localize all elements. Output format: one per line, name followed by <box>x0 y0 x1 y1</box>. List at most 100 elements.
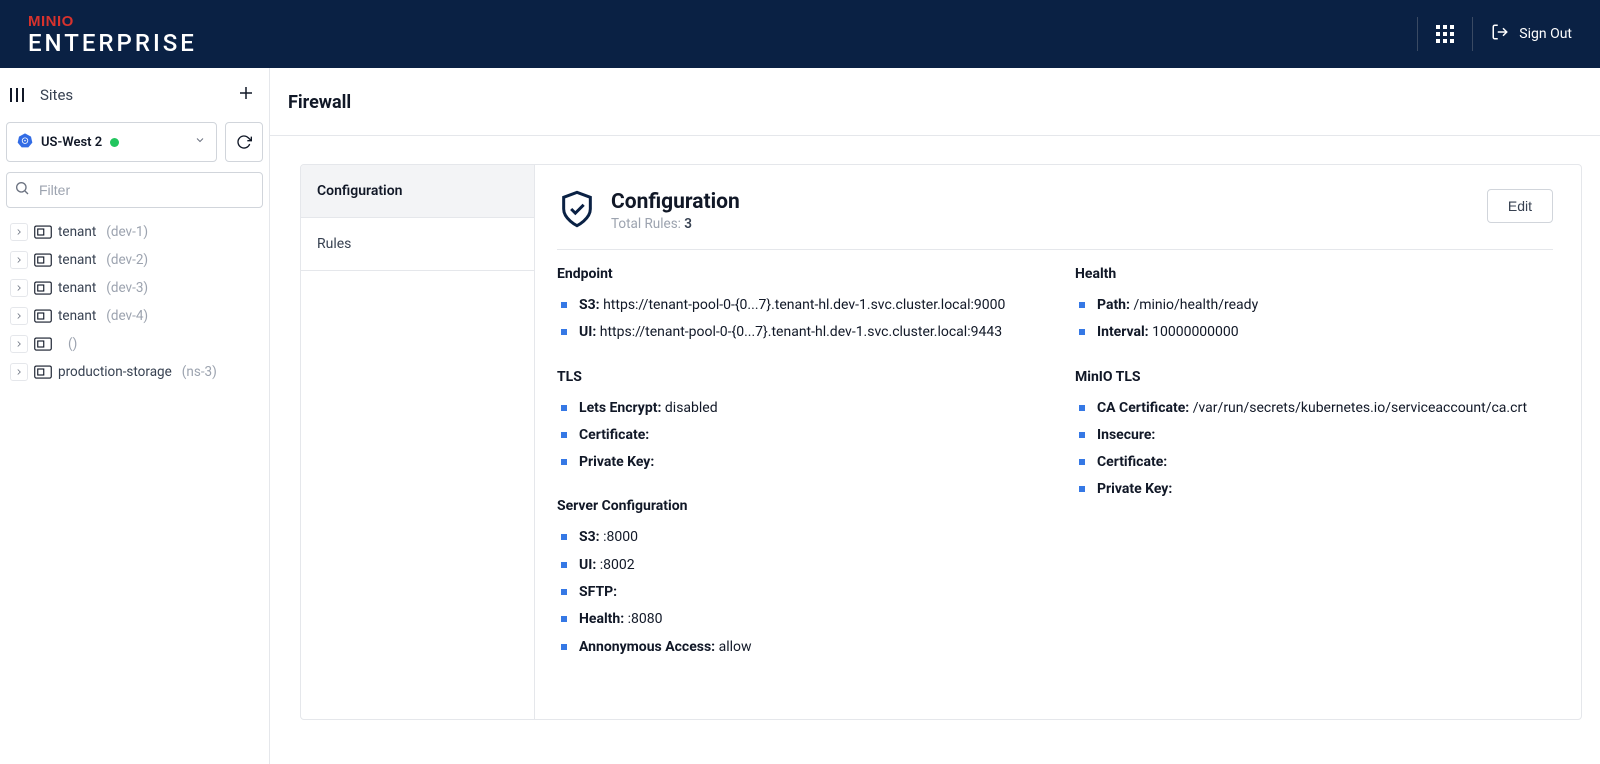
tenant-icon <box>34 279 52 297</box>
list-item: UI: https://tenant-pool-0-{0...7}.tenant… <box>561 319 1035 346</box>
column-left: Endpoint S3: https://tenant-pool-0-{0...… <box>557 266 1035 683</box>
tree-sublabel: (ns-3) <box>182 364 217 380</box>
list-item-label: Path: <box>1097 297 1130 313</box>
tree-label: tenant <box>58 224 96 240</box>
list-item-label: S3: <box>579 297 600 313</box>
tree-row[interactable]: production-storage (ns-3) <box>6 358 263 386</box>
tree-row[interactable]: tenant (dev-1) <box>6 218 263 246</box>
list-item: Insecure: <box>1079 422 1553 449</box>
list-item-value: disabled <box>661 400 717 416</box>
panel-subtitle: Total Rules: 3 <box>611 216 740 232</box>
divider <box>1472 17 1473 51</box>
page-heading-wrap: Firewall <box>270 68 1600 136</box>
tenant-icon <box>34 251 52 269</box>
list-item-label: Private Key: <box>1097 481 1172 497</box>
logo: MINIO ENTERPRISE <box>28 14 197 55</box>
chevron-right-icon[interactable] <box>10 363 28 381</box>
filter-input[interactable] <box>6 172 263 208</box>
tree-label: tenant <box>58 252 96 268</box>
miniotls-list: CA Certificate: /var/run/secrets/kuberne… <box>1079 395 1553 504</box>
list-item-label: SFTP: <box>579 584 617 600</box>
endpoint-list: S3: https://tenant-pool-0-{0...7}.tenant… <box>561 292 1035 347</box>
list-item-label: UI: <box>579 324 596 340</box>
tree-row[interactable]: tenant (dev-3) <box>6 274 263 302</box>
miniotls-heading: MinIO TLS <box>1075 369 1553 385</box>
list-item: S3: :8000 <box>561 524 1035 551</box>
list-item: SFTP: <box>561 579 1035 606</box>
tenant-icon <box>34 335 52 353</box>
tls-heading: TLS <box>557 369 1035 385</box>
server-config-heading: Server Configuration <box>557 498 1035 514</box>
list-item-label: Insecure: <box>1097 427 1155 443</box>
tree-row[interactable]: tenant (dev-4) <box>6 302 263 330</box>
list-item-label: Certificate: <box>1097 454 1167 470</box>
column-right: Health Path: /minio/health/readyInterval… <box>1075 266 1553 683</box>
menu-icon[interactable] <box>8 86 26 104</box>
list-item: Interval: 10000000000 <box>1079 319 1553 346</box>
site-tree: tenant (dev-1) tenant (dev-2) tenant (de… <box>6 218 263 386</box>
add-site-button[interactable] <box>235 82 257 108</box>
list-item: Certificate: <box>561 422 1035 449</box>
chevron-right-icon[interactable] <box>10 279 28 297</box>
sidebar: Sites US-West 2 <box>0 68 270 764</box>
tree-sublabel: (dev-3) <box>106 280 148 296</box>
list-item-label: Interval: <box>1097 324 1149 340</box>
refresh-button[interactable] <box>225 122 263 162</box>
sign-out-button[interactable]: Sign Out <box>1491 23 1572 45</box>
list-item: S3: https://tenant-pool-0-{0...7}.tenant… <box>561 292 1035 319</box>
panel-title: Configuration <box>611 190 740 214</box>
divider <box>1417 17 1418 51</box>
list-item: Certificate: <box>1079 449 1553 476</box>
apps-icon[interactable] <box>1436 25 1454 43</box>
k8s-icon <box>17 132 33 152</box>
list-item: Private Key: <box>561 449 1035 476</box>
chevron-right-icon[interactable] <box>10 251 28 269</box>
list-item-value: 10000000000 <box>1149 324 1239 340</box>
list-item-label: UI: <box>579 557 596 573</box>
tree-row[interactable]: () <box>6 330 263 358</box>
list-item: Path: /minio/health/ready <box>1079 292 1553 319</box>
tenant-icon <box>34 363 52 381</box>
list-item-value: https://tenant-pool-0-{0...7}.tenant-hl.… <box>600 297 1006 313</box>
sidebar-title: Sites <box>40 86 73 104</box>
chevron-right-icon[interactable] <box>10 307 28 325</box>
tree-row[interactable]: tenant (dev-2) <box>6 246 263 274</box>
subnav-item[interactable]: Rules <box>301 218 534 271</box>
health-list: Path: /minio/health/readyInterval: 10000… <box>1079 292 1553 347</box>
logo-bottom: ENTERPRISE <box>28 31 197 55</box>
tenant-icon <box>34 223 52 241</box>
tenant-icon <box>34 307 52 325</box>
search-icon <box>14 180 30 200</box>
page-title: Firewall <box>288 92 1600 113</box>
header-actions: Sign Out <box>1399 17 1572 51</box>
edit-button[interactable]: Edit <box>1487 189 1553 223</box>
region-selector[interactable]: US-West 2 <box>6 122 217 162</box>
list-item: Health: :8080 <box>561 606 1035 633</box>
list-item: UI: :8002 <box>561 552 1035 579</box>
shield-icon <box>557 189 597 233</box>
list-item-value: /minio/health/ready <box>1130 297 1258 313</box>
subnav-item[interactable]: Configuration <box>301 165 534 218</box>
main-content: Firewall ConfigurationRules Configuratio… <box>270 68 1600 764</box>
tree-sublabel: (dev-2) <box>106 252 148 268</box>
tree-sublabel: (dev-4) <box>106 308 148 324</box>
tree-sublabel: () <box>68 336 77 352</box>
list-item-value: :8002 <box>596 557 634 573</box>
tree-label: tenant <box>58 308 96 324</box>
tree-label: production-storage <box>58 364 172 380</box>
list-item-value: https://tenant-pool-0-{0...7}.tenant-hl.… <box>596 324 1002 340</box>
chevron-right-icon[interactable] <box>10 335 28 353</box>
status-dot <box>110 138 119 147</box>
filter-wrapper <box>6 172 263 208</box>
list-item-label: Certificate: <box>579 427 649 443</box>
list-item-label: Annonymous Access: <box>579 639 715 655</box>
list-item: Annonymous Access: allow <box>561 634 1035 661</box>
sign-out-icon <box>1491 23 1509 45</box>
list-item-value: allow <box>715 639 751 655</box>
config-panel: Configuration Total Rules: 3 Edit <box>535 165 1581 719</box>
chevron-right-icon[interactable] <box>10 223 28 241</box>
list-item-label: Lets Encrypt: <box>579 400 661 416</box>
app-header: MINIO ENTERPRISE Sign Out <box>0 0 1600 68</box>
list-item: Private Key: <box>1079 476 1553 503</box>
total-rules-value: 3 <box>684 216 692 232</box>
